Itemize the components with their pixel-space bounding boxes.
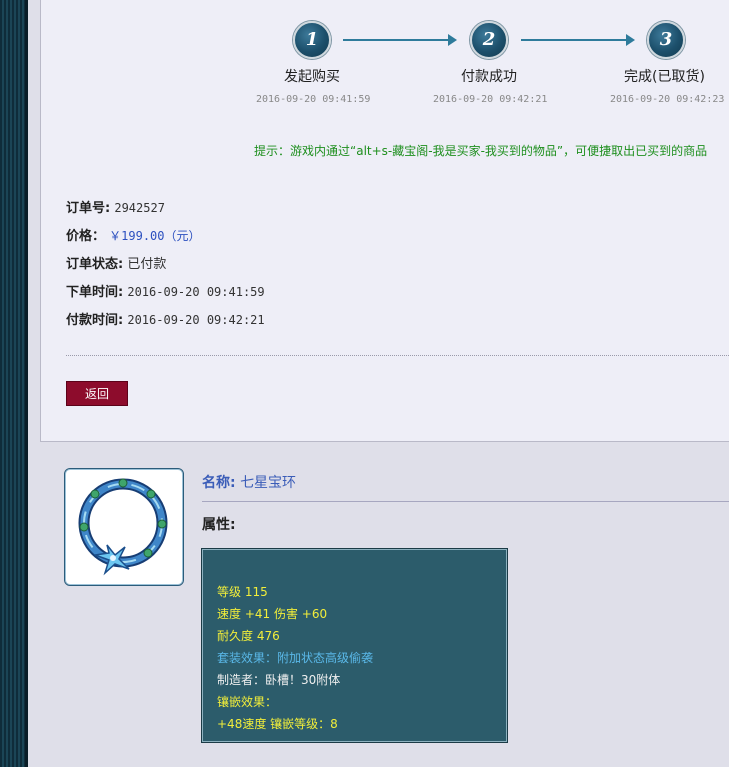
pay-time-label: 付款时间: <box>66 313 124 328</box>
item-attributes-box: 等级 115 速度 +41 伤害 +60 耐久度 476 套装效果：附加状态高级… <box>202 549 507 742</box>
item-name-divider <box>202 501 729 502</box>
order-time-label: 下单时间: <box>66 285 124 300</box>
order-id-label: 订单号: <box>66 201 111 216</box>
attr-inlay-value: +48速度 镶嵌等级：8 <box>217 717 338 731</box>
step-2-number: 2 <box>482 29 496 50</box>
order-time-row: 下单时间: 2016-09-20 09:41:59 <box>66 281 265 300</box>
step-3-time: 2016-09-20 09:42:23 <box>610 94 725 105</box>
item-icon-frame <box>64 468 184 586</box>
pay-time-value: 2016-09-20 09:42:21 <box>127 313 265 327</box>
order-time-value: 2016-09-20 09:41:59 <box>127 285 265 299</box>
ring-icon <box>78 478 168 576</box>
item-attr-label: 属性: <box>202 517 236 533</box>
order-status-row: 订单状态: 已付款 <box>66 253 166 272</box>
price-row: 价格： ￥199.00（元） <box>66 225 201 244</box>
step-2-circle: 2 <box>470 21 508 59</box>
attr-maker: 制造者：卧槽！30附体 <box>217 673 341 687</box>
step-1-time: 2016-09-20 09:41:59 <box>256 94 371 105</box>
attr-set-effect: 套装效果：附加状态高级偷袭 <box>217 651 374 665</box>
step-3-circle: 3 <box>647 21 685 59</box>
attr-durability: 耐久度 476 <box>217 629 280 643</box>
order-id-value: 2942527 <box>114 201 165 215</box>
step-1-number: 1 <box>305 29 319 50</box>
price-value: ￥199.00（元） <box>109 229 201 243</box>
item-name-label: 名称: <box>202 475 236 491</box>
attr-inlay-label: 镶嵌效果： <box>217 695 278 709</box>
order-divider <box>66 355 729 356</box>
attr-level: 等级 115 <box>217 585 268 599</box>
order-id-row: 订单号: 2942527 <box>66 197 165 216</box>
price-label: 价格： <box>66 229 106 244</box>
pickup-tip: 提示：游戏内通过“alt+s-藏宝阁-我是买家-我买到的物品”，可便捷取出已买到… <box>254 144 708 158</box>
attr-speed-damage: 速度 +41 伤害 +60 <box>217 607 328 621</box>
left-decorative-strip <box>0 0 28 767</box>
step-arrow-2 <box>521 34 635 46</box>
step-3-label: 完成(已取货) <box>624 69 705 85</box>
step-3-number: 3 <box>659 29 673 50</box>
item-name-row: 名称: 七星宝环 <box>202 472 296 492</box>
step-2-time: 2016-09-20 09:42:21 <box>433 94 548 105</box>
step-1-label: 发起购买 <box>284 69 340 85</box>
back-button[interactable]: 返回 <box>66 381 128 406</box>
item-name-value: 七星宝环 <box>240 475 297 491</box>
step-1-circle: 1 <box>293 21 331 59</box>
step-2-label: 付款成功 <box>461 69 517 85</box>
pay-time-row: 付款时间: 2016-09-20 09:42:21 <box>66 309 265 328</box>
step-arrow-1 <box>343 34 457 46</box>
order-status-value: 已付款 <box>127 257 167 272</box>
order-status-label: 订单状态: <box>66 257 124 272</box>
